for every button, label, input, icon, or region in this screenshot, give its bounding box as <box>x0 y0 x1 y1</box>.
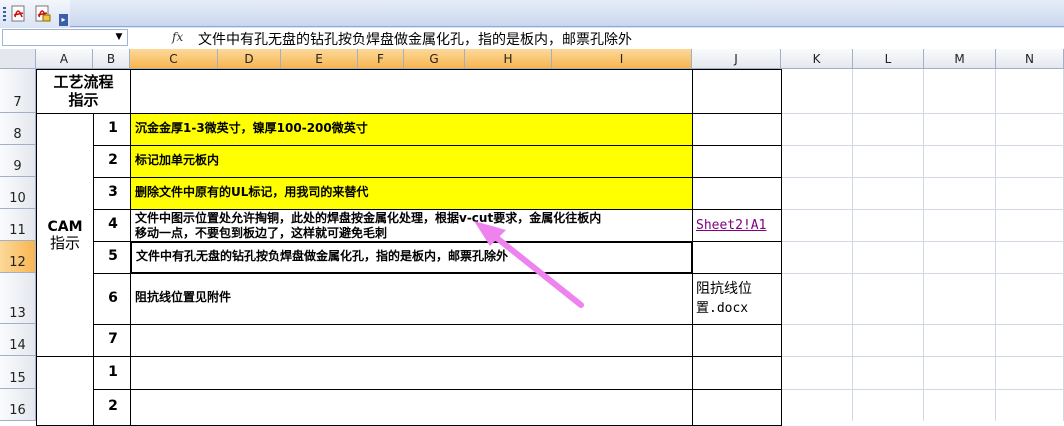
toolbar-grip[interactable] <box>3 7 6 21</box>
pdf-options-icon[interactable] <box>34 5 52 22</box>
spreadsheet-grid: A B C D E F G H I J K L M N 7 8 9 10 11 … <box>0 49 1064 426</box>
pdf-icon[interactable] <box>10 5 28 22</box>
annotation-arrow-icon <box>474 221 584 308</box>
toolbar: ▸ <box>0 0 1064 29</box>
formula-input[interactable]: 文件中有孔无盘的钻孔按负焊盘做金属化孔，指的是板内，邮票孔除外 <box>198 29 632 49</box>
formula-bar: ▼ fx 文件中有孔无盘的钻孔按负焊盘做金属化孔，指的是板内，邮票孔除外 <box>0 28 1064 50</box>
chevron-down-icon[interactable]: ▼ <box>110 29 128 46</box>
fx-icon[interactable]: fx <box>172 30 183 44</box>
toolbar-empty-area <box>70 0 1064 27</box>
toolbar-overflow-button[interactable]: ▸ <box>59 14 68 26</box>
